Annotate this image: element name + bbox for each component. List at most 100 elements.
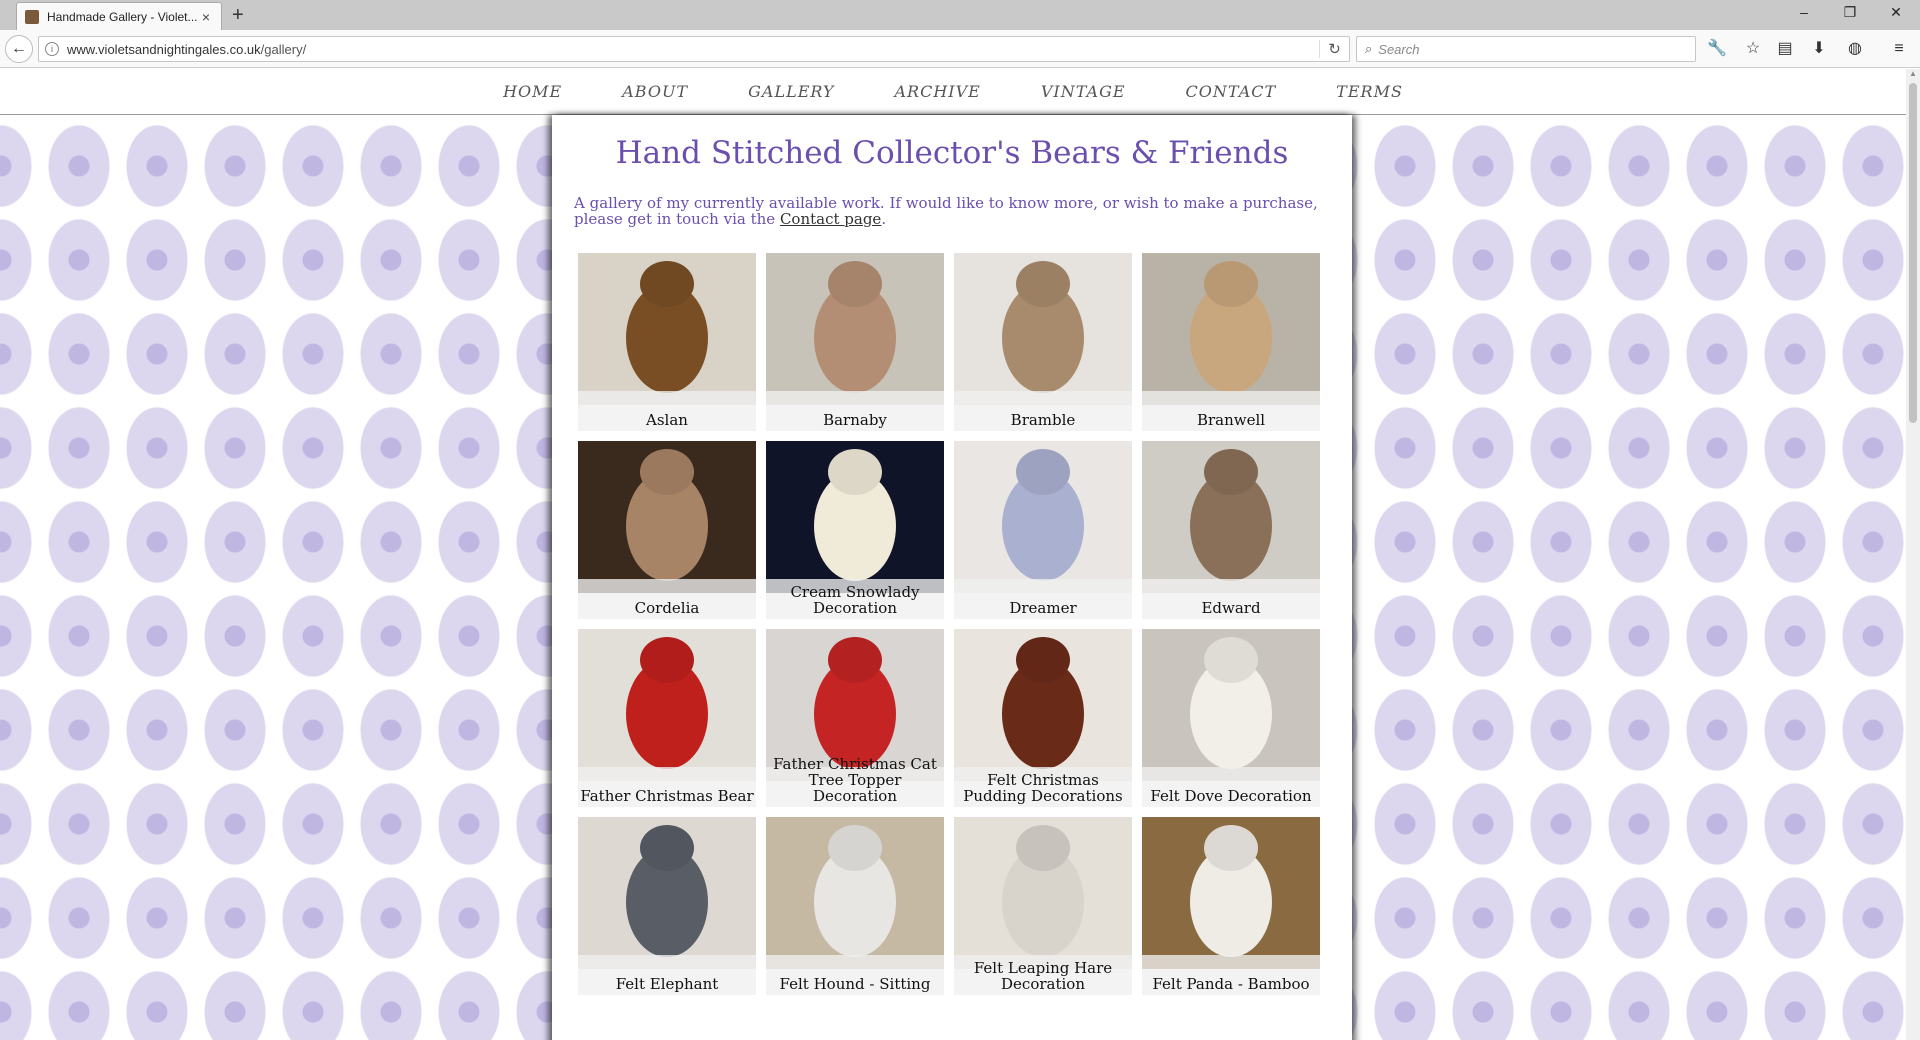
site-info-icon[interactable]: i — [45, 42, 59, 56]
gallery-item-caption[interactable]: Father Christmas Bear — [578, 767, 756, 807]
gallery-item[interactable]: Cream Snowlady Decoration — [766, 441, 944, 619]
gallery-item[interactable]: Felt Elephant — [578, 817, 756, 995]
gallery-item-caption[interactable]: Branwell — [1142, 391, 1320, 431]
address-bar[interactable]: i www.violetsandnightingales.co.uk/galle… — [38, 36, 1350, 62]
bookmark-star-icon[interactable]: ☆ — [1742, 39, 1764, 61]
browser-toolbar: ← i www.violetsandnightingales.co.uk/gal… — [0, 30, 1920, 68]
gallery-item[interactable]: Aslan — [578, 253, 756, 431]
nav-vintage[interactable]: VINTAGE — [1041, 82, 1126, 101]
gallery-item-caption[interactable]: Cream Snowlady Decoration — [766, 579, 944, 619]
gallery-item-figure-head — [1016, 449, 1070, 495]
search-input[interactable]: ⌕ Search — [1356, 36, 1696, 62]
gallery-item[interactable]: Cordelia — [578, 441, 756, 619]
gallery-item-caption[interactable]: Felt Panda - Bamboo — [1142, 955, 1320, 995]
gallery-item-photo[interactable] — [578, 253, 756, 405]
back-arrow-icon: ← — [11, 40, 27, 57]
gallery-item-figure-head — [828, 637, 882, 683]
gallery-item-figure-head — [1016, 825, 1070, 871]
gallery-item[interactable]: Father Christmas Bear — [578, 629, 756, 807]
tab-title: Handmade Gallery - Violet... — [47, 9, 198, 24]
back-button[interactable]: ← — [5, 35, 33, 63]
gallery-item-figure-head — [1016, 637, 1070, 683]
gallery-item-figure-head — [828, 261, 882, 307]
download-icon[interactable]: ⬇ — [1808, 39, 1830, 61]
nav-archive[interactable]: ARCHIVE — [895, 82, 981, 101]
gallery-grid: Aslan Barnaby Bramble Branwell Cordelia Cream… — [578, 253, 1330, 995]
page-viewport: HOME ABOUT GALLERY ARCHIVE VINTAGE CONTA… — [0, 69, 1906, 1040]
gallery-item-caption[interactable]: Barnaby — [766, 391, 944, 431]
tab-close-icon[interactable]: × — [199, 9, 213, 25]
gallery-item-figure-head — [640, 261, 694, 307]
gallery-item[interactable]: Dreamer — [954, 441, 1132, 619]
restore-button[interactable]: ❐ — [1830, 4, 1870, 21]
gallery-item[interactable]: Felt Dove Decoration — [1142, 629, 1320, 807]
search-icon: ⌕ — [1365, 41, 1373, 56]
gallery-item-figure-head — [1016, 261, 1070, 307]
gallery-item[interactable]: Barnaby — [766, 253, 944, 431]
nav-contact[interactable]: CONTACT — [1186, 82, 1277, 101]
gallery-item-photo[interactable] — [766, 817, 944, 969]
scroll-up-icon[interactable]: ▲ — [1906, 69, 1920, 83]
gallery-item-caption[interactable]: Felt Dove Decoration — [1142, 767, 1320, 807]
gallery-item-photo[interactable] — [578, 441, 756, 593]
reading-list-icon[interactable]: ▤ — [1774, 39, 1796, 61]
gallery-item[interactable]: Felt Leaping Hare Decoration — [954, 817, 1132, 995]
gallery-item-photo[interactable] — [766, 441, 944, 593]
reload-icon[interactable]: ↻ — [1319, 40, 1349, 58]
gallery-item-photo[interactable] — [766, 253, 944, 405]
browser-tab-bar: Handmade Gallery - Violet... × + – ❐ ✕ — [0, 0, 1920, 30]
gallery-item-photo[interactable] — [1142, 629, 1320, 781]
main-content: Hand Stitched Collector's Bears & Friend… — [552, 115, 1352, 1040]
gallery-item-figure-head — [1204, 261, 1258, 307]
pocket-icon[interactable]: ◍ — [1844, 39, 1866, 61]
gallery-item-caption[interactable]: Aslan — [578, 391, 756, 431]
gallery-item-caption[interactable]: Felt Elephant — [578, 955, 756, 995]
intro-paragraph: A gallery of my currently available work… — [574, 194, 1318, 228]
menu-icon[interactable]: ≡ — [1888, 39, 1910, 61]
scrollbar[interactable]: ▲ — [1906, 69, 1920, 1040]
gallery-item-figure-head — [640, 449, 694, 495]
url-text[interactable]: www.violetsandnightingales.co.uk/gallery… — [67, 42, 1319, 57]
gallery-item-caption[interactable]: Cordelia — [578, 579, 756, 619]
site-navigation: HOME ABOUT GALLERY ARCHIVE VINTAGE CONTA… — [0, 69, 1906, 115]
gallery-item-caption[interactable]: Felt Hound - Sitting — [766, 955, 944, 995]
gallery-item-photo[interactable] — [1142, 253, 1320, 405]
gallery-item-figure-head — [640, 825, 694, 871]
wrench-icon[interactable]: 🔧 — [1706, 39, 1728, 61]
gallery-item[interactable]: Felt Panda - Bamboo — [1142, 817, 1320, 995]
gallery-item-photo[interactable] — [578, 817, 756, 969]
gallery-item-photo[interactable] — [1142, 817, 1320, 969]
close-window-button[interactable]: ✕ — [1876, 4, 1916, 21]
gallery-item-figure-head — [640, 637, 694, 683]
gallery-item-photo[interactable] — [954, 817, 1132, 969]
gallery-item[interactable]: Edward — [1142, 441, 1320, 619]
gallery-item-caption[interactable]: Felt Leaping Hare Decoration — [954, 955, 1132, 995]
gallery-item[interactable]: Father Christmas Cat Tree Topper Decorat… — [766, 629, 944, 807]
gallery-item-caption[interactable]: Dreamer — [954, 579, 1132, 619]
gallery-item-caption[interactable]: Edward — [1142, 579, 1320, 619]
gallery-item-caption[interactable]: Bramble — [954, 391, 1132, 431]
nav-terms[interactable]: TERMS — [1336, 82, 1403, 101]
gallery-item-photo[interactable] — [954, 629, 1132, 781]
gallery-item-caption[interactable]: Father Christmas Cat Tree Topper Decorat… — [766, 756, 944, 807]
search-placeholder: Search — [1378, 41, 1420, 57]
scrollbar-thumb[interactable] — [1909, 83, 1917, 423]
gallery-item-figure-head — [828, 825, 882, 871]
nav-about[interactable]: ABOUT — [622, 82, 688, 101]
gallery-item[interactable]: Felt Hound - Sitting — [766, 817, 944, 995]
gallery-item-figure-head — [1204, 637, 1258, 683]
contact-page-link[interactable]: Contact page — [780, 210, 881, 228]
nav-gallery[interactable]: GALLERY — [748, 82, 834, 101]
minimize-button[interactable]: – — [1784, 4, 1824, 20]
nav-home[interactable]: HOME — [503, 82, 562, 101]
gallery-item[interactable]: Bramble — [954, 253, 1132, 431]
gallery-item-caption[interactable]: Felt Christmas Pudding Decorations — [954, 767, 1132, 807]
gallery-item[interactable]: Felt Christmas Pudding Decorations — [954, 629, 1132, 807]
gallery-item-photo[interactable] — [1142, 441, 1320, 593]
gallery-item-photo[interactable] — [578, 629, 756, 781]
new-tab-button[interactable]: + — [232, 4, 244, 26]
browser-tab[interactable]: Handmade Gallery - Violet... × — [16, 2, 222, 30]
gallery-item[interactable]: Branwell — [1142, 253, 1320, 431]
gallery-item-photo[interactable] — [954, 441, 1132, 593]
gallery-item-photo[interactable] — [954, 253, 1132, 405]
